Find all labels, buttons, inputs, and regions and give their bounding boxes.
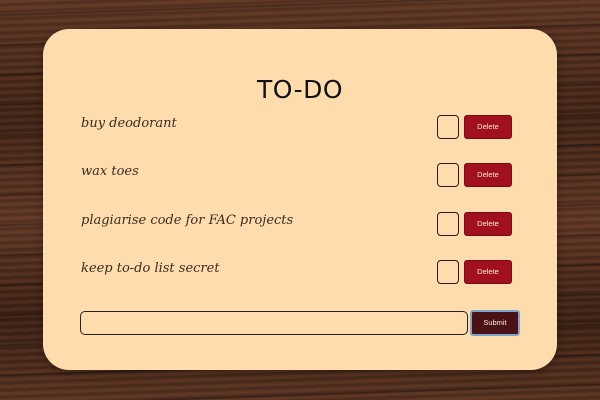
delete-button[interactable]: Delete [464,212,512,236]
page-title: TO-DO [256,75,344,104]
todo-item-text: plagiarise code for FAC projects [81,213,294,228]
todo-item: wax toes Delete [43,163,557,189]
delete-button[interactable]: Delete [464,115,512,139]
delete-button[interactable]: Delete [464,163,512,187]
todo-item: keep to-do list secret Delete [43,260,557,286]
new-todo-input[interactable] [80,311,468,335]
todo-item-text: buy deodorant [81,116,177,131]
todo-card: TO-DO buy deodorant Delete wax toes Dele… [43,29,557,370]
todo-item: plagiarise code for FAC projects Delete [43,212,557,238]
todo-item: buy deodorant Delete [43,115,557,141]
todo-item-checkbox[interactable] [437,163,459,187]
todo-item-text: wax toes [81,164,139,179]
todo-item-checkbox[interactable] [437,260,459,284]
todo-item-checkbox[interactable] [437,212,459,236]
submit-button[interactable]: Submit [470,310,520,336]
todo-item-text: keep to-do list secret [81,261,220,276]
delete-button[interactable]: Delete [464,260,512,284]
todo-item-checkbox[interactable] [437,115,459,139]
